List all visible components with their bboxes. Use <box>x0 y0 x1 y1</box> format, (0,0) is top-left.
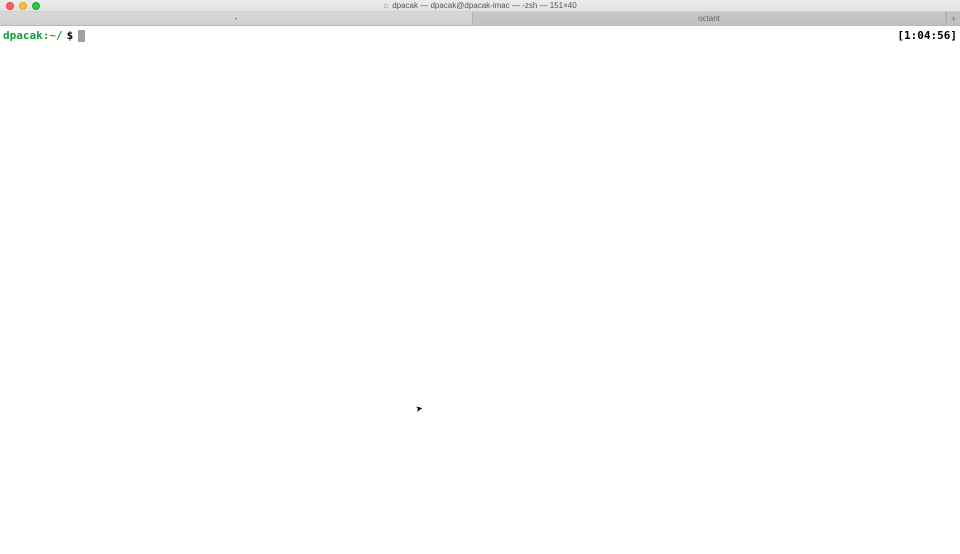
tab-active[interactable]: - <box>0 12 473 25</box>
new-tab-button[interactable]: + <box>946 12 960 25</box>
terminal-viewport[interactable]: dpacak: ~ / $ [1:04:56] ➤ <box>0 26 960 554</box>
close-window-button[interactable] <box>6 2 14 10</box>
prompt-symbol: $ <box>67 30 74 42</box>
window-title: dpacak — dpacak@dpacak-imac — -zsh — 151… <box>392 1 576 10</box>
tab-active-label: - <box>235 14 238 23</box>
window-titlebar: ⌂ dpacak — dpacak@dpacak-imac — -zsh — 1… <box>0 0 960 12</box>
prompt-left: dpacak: ~ / $ <box>3 30 85 42</box>
text-cursor <box>78 30 85 42</box>
prompt-line: dpacak: ~ / $ [1:04:56] <box>3 30 957 42</box>
home-icon: ⌂ <box>383 1 388 10</box>
mouse-cursor-icon: ➤ <box>415 401 425 417</box>
prompt-cwd-tilde: ~ <box>49 30 56 42</box>
minimize-window-button[interactable] <box>19 2 27 10</box>
plus-icon: + <box>951 14 956 24</box>
tab-inactive-label: octant <box>698 14 720 23</box>
zoom-window-button[interactable] <box>32 2 40 10</box>
prompt-cwd-slash: / <box>56 30 63 42</box>
tab-bar: - octant + <box>0 12 960 26</box>
window-title-wrap: ⌂ dpacak — dpacak@dpacak-imac — -zsh — 1… <box>0 1 960 10</box>
prompt-user-host: dpacak: <box>3 30 49 42</box>
traffic-lights <box>6 2 40 10</box>
tab-inactive[interactable]: octant <box>473 12 946 25</box>
prompt-clock: [1:04:56] <box>897 30 957 42</box>
